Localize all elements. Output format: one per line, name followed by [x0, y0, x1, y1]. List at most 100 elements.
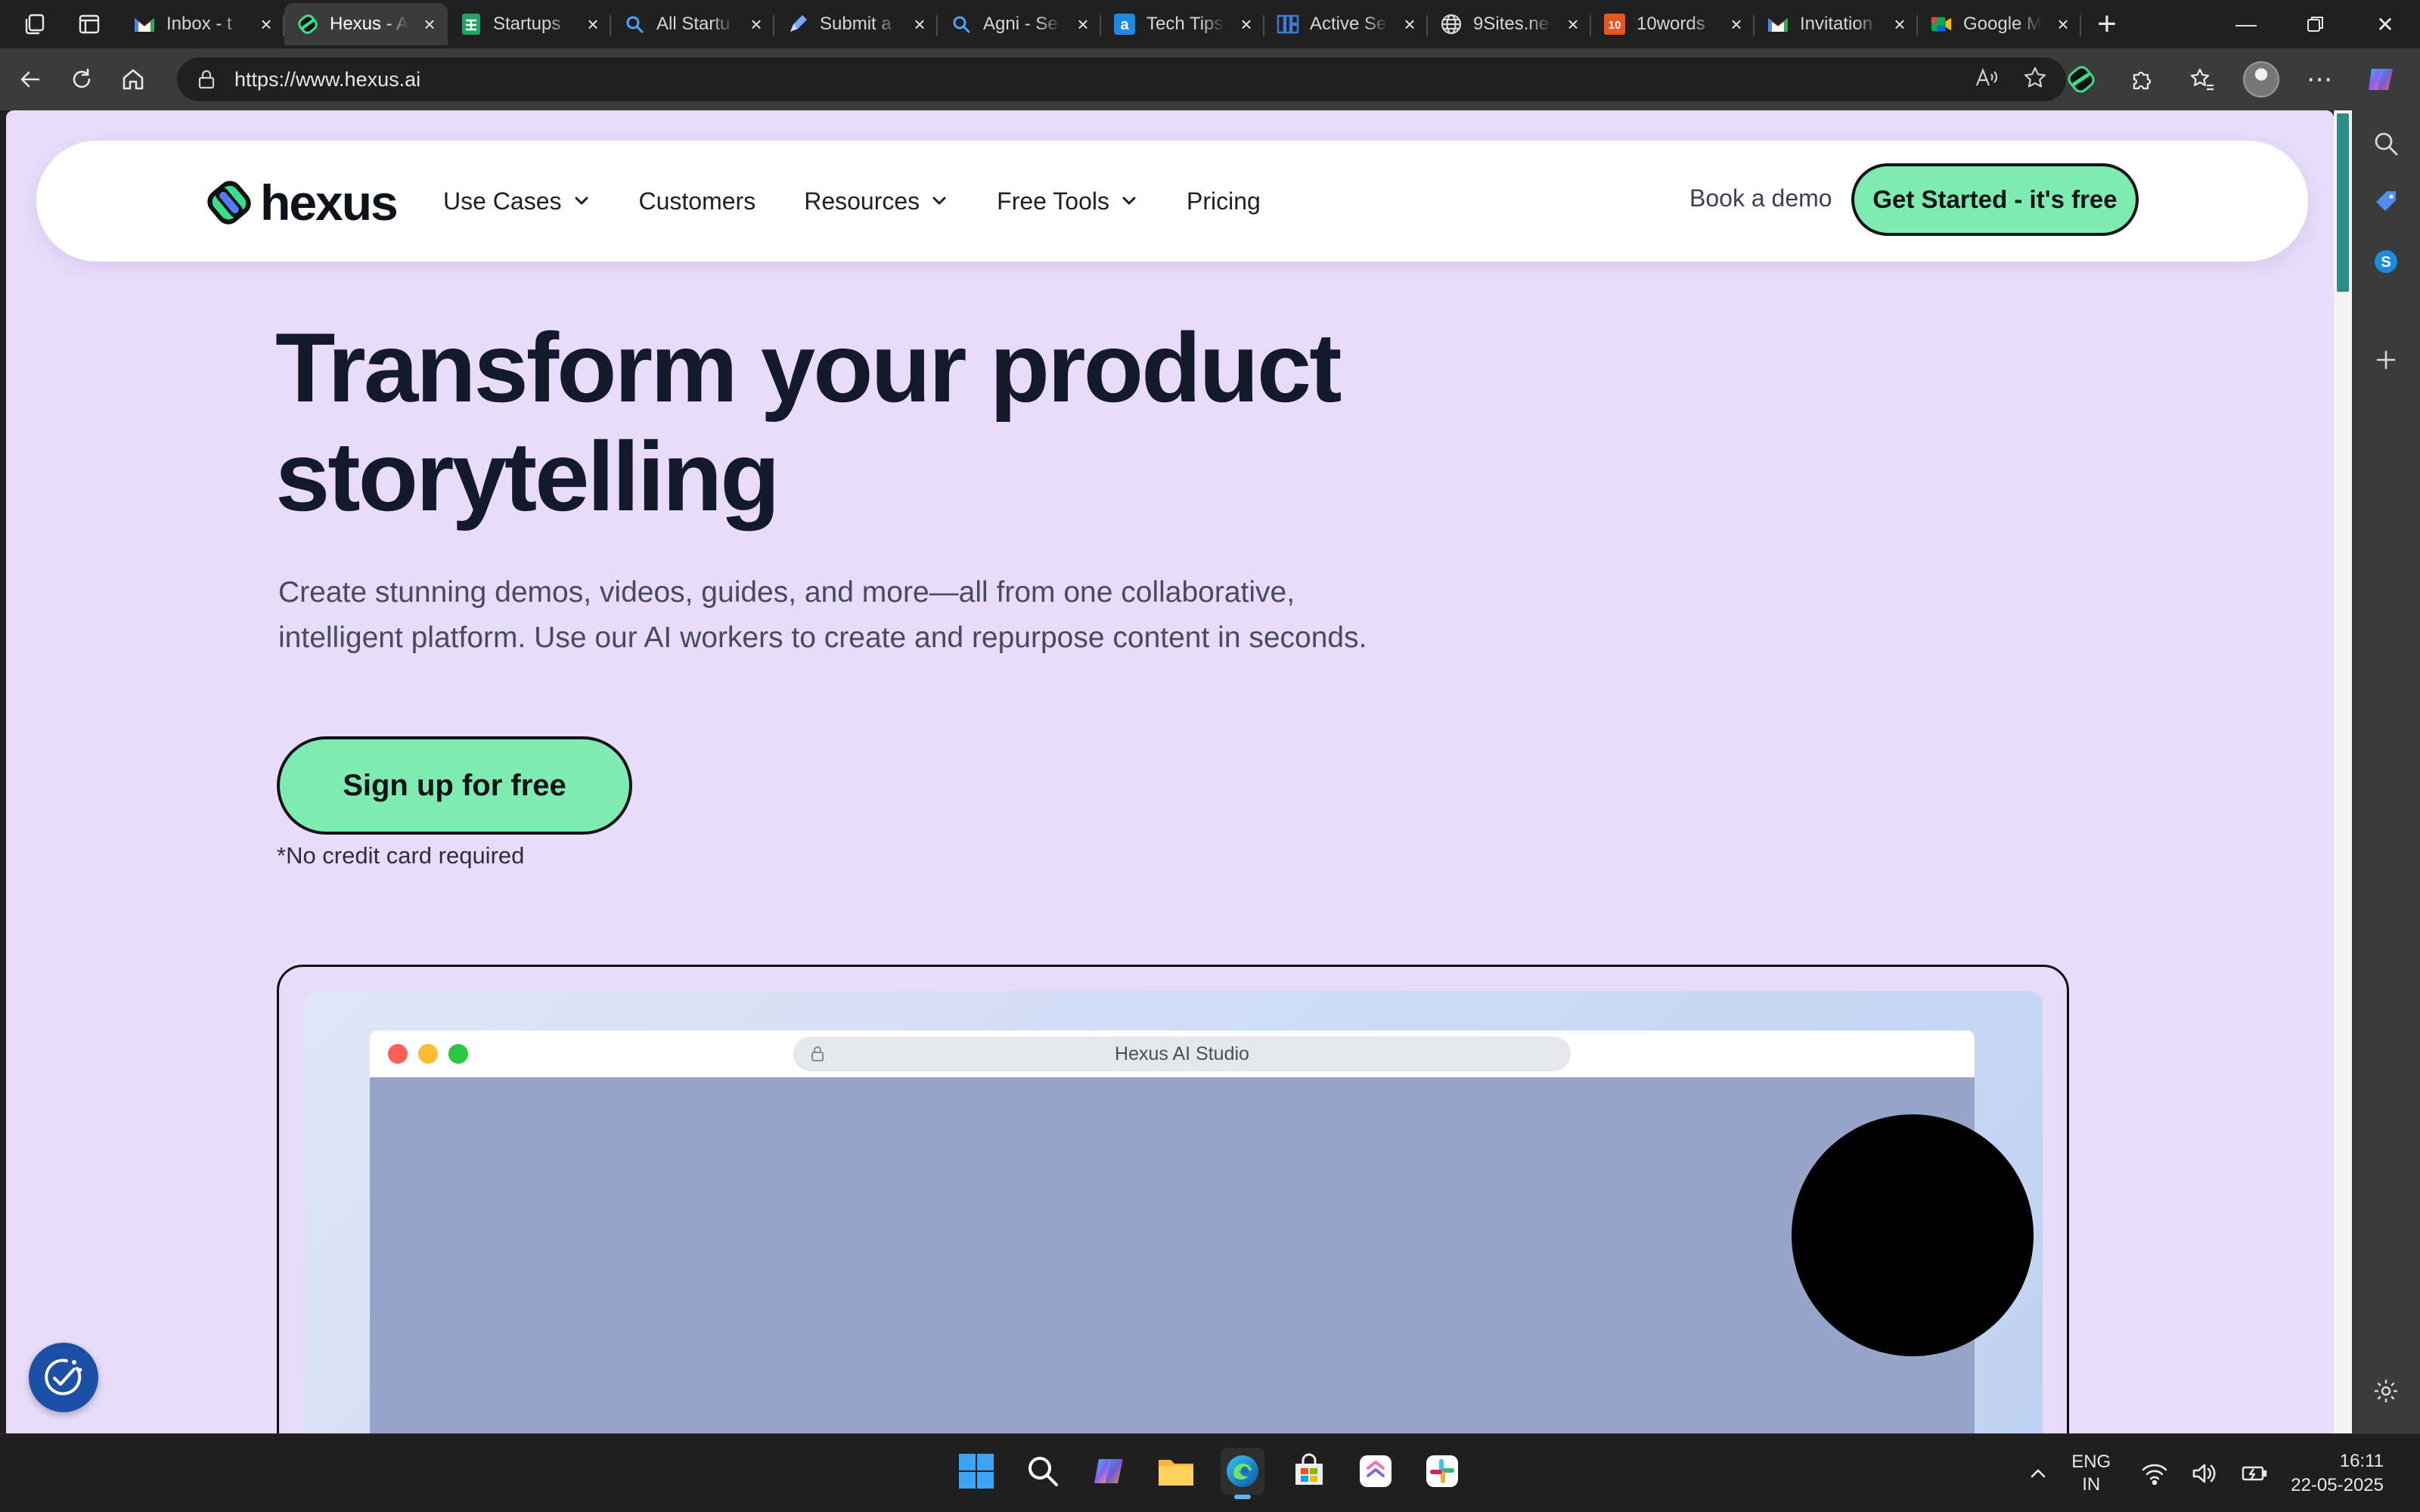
close-tab-icon[interactable]: × [2052, 13, 2074, 36]
page-scrollbar[interactable] [2334, 110, 2352, 1433]
close-tab-icon[interactable]: × [256, 13, 277, 36]
clock-date: 22-05-2025 [2291, 1475, 2384, 1495]
back-button[interactable] [9, 58, 51, 101]
home-button[interactable] [112, 58, 154, 101]
new-tab-button[interactable]: + [2087, 5, 2127, 44]
nav-use-cases[interactable]: Use Cases [443, 187, 591, 215]
site-info-lock-icon[interactable] [195, 68, 218, 91]
close-tab-icon[interactable]: × [1236, 13, 1257, 36]
microsoft-store-icon[interactable] [1287, 1448, 1331, 1495]
show-hidden-icons-chevron-up-icon[interactable] [2028, 1463, 2049, 1484]
close-tab-icon[interactable]: × [1399, 13, 1420, 36]
studio-window-titlebar: Hexus AI Studio [370, 1030, 1975, 1077]
minimize-button[interactable]: — [2211, 0, 2281, 48]
web-page: hexus Use Cases Customers Resources Free… [6, 110, 2334, 1433]
clickup-icon[interactable] [1354, 1448, 1398, 1495]
close-tab-icon[interactable]: × [1562, 13, 1584, 36]
scrollbar-thumb[interactable] [2337, 113, 2349, 292]
ten-icon: 10 [1603, 13, 1626, 36]
nav-pricing[interactable]: Pricing [1187, 187, 1261, 215]
extensions-puzzle-icon[interactable] [2122, 60, 2161, 99]
browser-tab[interactable]: Google M × [1918, 3, 2081, 45]
clock-time: 16:11 [2339, 1451, 2384, 1471]
browser-tab-label: Startups [493, 14, 561, 34]
favorite-star-icon[interactable] [2022, 65, 2048, 94]
more-options-icon[interactable]: ⋯ [2301, 60, 2340, 99]
tab-actions-icon[interactable] [73, 8, 106, 41]
wifi-icon[interactable] [2141, 1461, 2168, 1486]
svg-text:10: 10 [1609, 19, 1621, 32]
browser-tab[interactable]: Agni - Se × [938, 3, 1101, 45]
read-aloud-icon[interactable] [1974, 65, 2000, 94]
taskbar-copilot-icon[interactable] [1087, 1448, 1131, 1495]
windows-taskbar: ENG IN 16:11 22-05-2025 [0, 1433, 2420, 1512]
sidebar-settings-gear-icon[interactable] [2369, 1374, 2403, 1408]
window-maximize-dot [448, 1044, 468, 1064]
sidebar-add-icon[interactable] [2369, 343, 2403, 376]
accessibility-widget-button[interactable] [29, 1343, 98, 1412]
browser-tab-label: Invitation [1800, 14, 1873, 34]
taskbar-search-icon[interactable] [1021, 1448, 1065, 1495]
profile-avatar[interactable] [2243, 61, 2279, 98]
svg-text:a: a [1120, 17, 1129, 33]
browser-tab[interactable]: All Startu × [611, 3, 774, 45]
restore-button[interactable] [2281, 0, 2350, 48]
video-avatar-bubble[interactable] [1792, 1114, 2034, 1356]
browser-tab[interactable]: Active Se × [1264, 3, 1428, 45]
svg-text:S: S [2381, 254, 2391, 271]
close-window-button[interactable]: ✕ [2350, 0, 2420, 48]
browser-tab[interactable]: Startups × [448, 3, 611, 45]
sidebar-shopping-tag-icon[interactable] [2369, 186, 2403, 219]
hexus-icon [296, 13, 319, 36]
browser-tab[interactable]: 9Sites.ne × [1428, 3, 1591, 45]
browser-tab[interactable]: Hexus - A × [284, 3, 448, 45]
copilot-icon[interactable] [2361, 60, 2400, 99]
hero-subtitle-line-2: intelligent platform. Use our AI workers… [278, 621, 1367, 654]
sign-up-button[interactable]: Sign up for free [277, 736, 632, 835]
close-tab-icon[interactable]: × [1889, 13, 1910, 36]
search-icon [950, 13, 973, 36]
hexus-extension-icon[interactable] [2062, 60, 2101, 99]
battery-charging-icon[interactable] [2241, 1461, 2268, 1486]
browser-tab[interactable]: 10 10words × [1591, 3, 1754, 45]
studio-window-title: Hexus AI Studio [1115, 1043, 1249, 1064]
lock-icon [811, 1046, 824, 1061]
chevron-down-icon [575, 197, 588, 205]
slack-icon[interactable] [1420, 1448, 1464, 1495]
system-clock[interactable]: 16:11 22-05-2025 [2291, 1449, 2384, 1498]
close-tab-icon[interactable]: × [1072, 13, 1094, 36]
close-tab-icon[interactable]: × [419, 13, 440, 36]
sidebar-search-icon[interactable] [2369, 127, 2403, 160]
address-url[interactable]: https://www.hexus.ai [234, 68, 1974, 91]
browser-tab[interactable]: Submit a × [774, 3, 938, 45]
browser-tab[interactable]: a Tech Tips × [1101, 3, 1264, 45]
hexus-logo-icon [207, 181, 251, 225]
nav-free-tools[interactable]: Free Tools [997, 187, 1138, 215]
browser-tab-label: Active Se [1310, 14, 1387, 34]
language-indicator[interactable]: ENG IN [2071, 1451, 2111, 1496]
book-demo-link[interactable]: Book a demo [1689, 184, 1832, 212]
browser-tab[interactable]: Inbox - t × [121, 3, 284, 45]
close-tab-icon[interactable]: × [582, 13, 603, 36]
file-explorer-icon[interactable] [1154, 1448, 1198, 1495]
favorites-icon[interactable] [2183, 60, 2222, 99]
get-started-button[interactable]: Get Started - it's free [1851, 163, 2139, 236]
grid-icon [1277, 13, 1299, 36]
nav-resources[interactable]: Resources [804, 187, 948, 215]
sidebar-skype-icon[interactable]: S [2369, 245, 2403, 278]
nav-use-cases-label: Use Cases [443, 187, 562, 215]
browser-tab[interactable]: Invitation × [1754, 3, 1918, 45]
taskbar-edge-icon[interactable] [1221, 1448, 1264, 1499]
address-bar[interactable]: https://www.hexus.ai [177, 57, 2066, 101]
hexus-logo[interactable]: hexus [203, 174, 399, 231]
refresh-button[interactable] [60, 58, 103, 101]
nav-customers[interactable]: Customers [639, 187, 756, 215]
close-tab-icon[interactable]: × [746, 13, 767, 36]
windows-start-icon[interactable] [954, 1448, 998, 1495]
volume-icon[interactable] [2191, 1461, 2218, 1486]
workspaces-icon[interactable] [18, 8, 51, 41]
close-tab-icon[interactable]: × [1726, 13, 1747, 36]
accessibility-icon [45, 1359, 82, 1396]
close-tab-icon[interactable]: × [909, 13, 930, 36]
chevron-down-icon [1122, 197, 1136, 205]
